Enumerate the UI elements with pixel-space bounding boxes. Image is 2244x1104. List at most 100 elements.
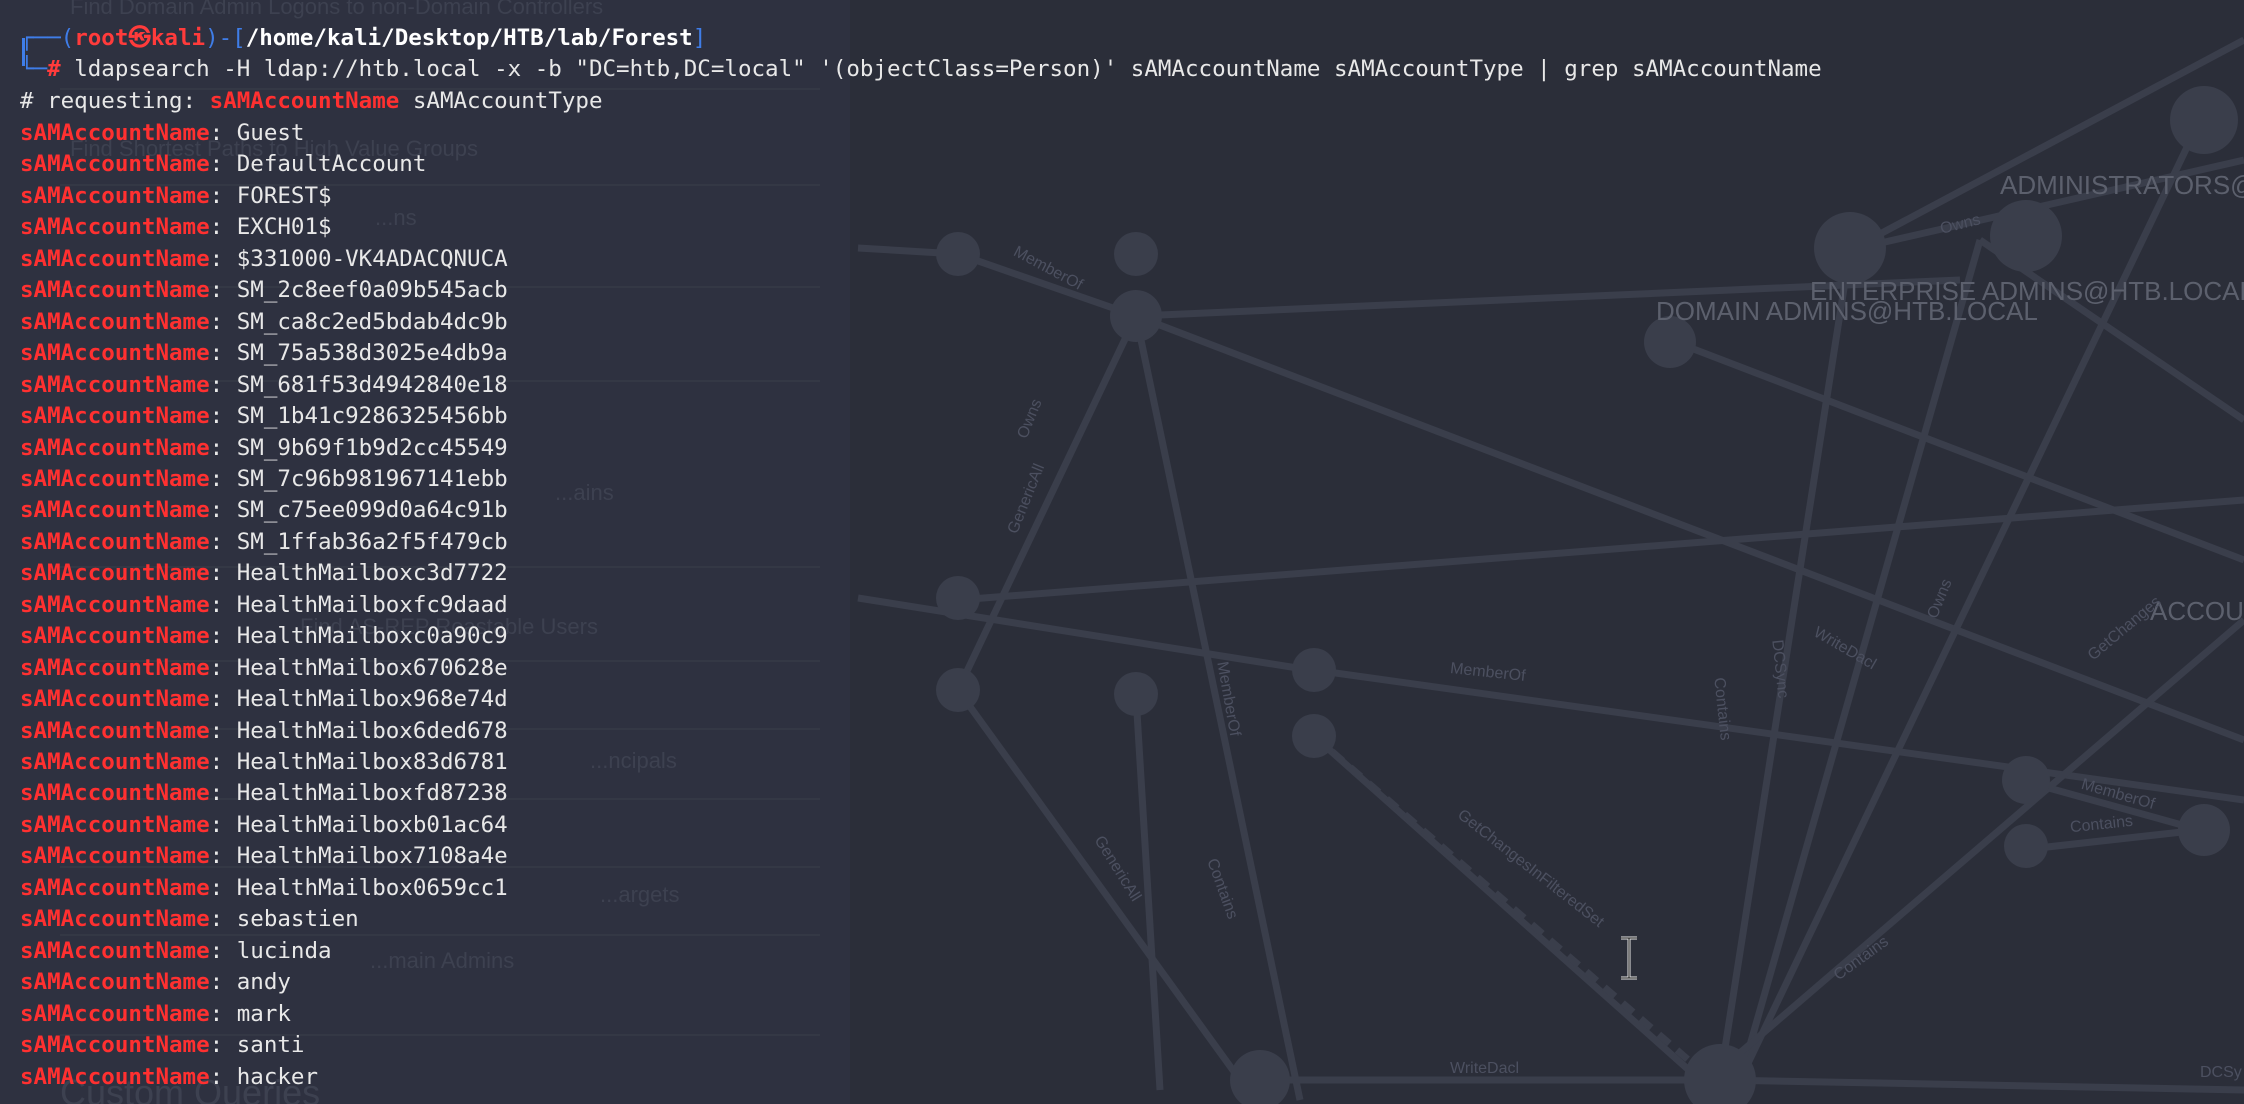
prompt-corner: └─ xyxy=(20,56,48,82)
attribute-key: sAMAccountName xyxy=(20,214,210,241)
output-line: sAMAccountName: SM_75a538d3025e4db9a xyxy=(20,338,508,370)
attribute-colon: : xyxy=(209,528,224,555)
text-cursor-icon xyxy=(1621,936,1637,980)
output-line: sAMAccountName: SM_1b41c9286325456bb xyxy=(20,401,508,433)
attribute-key: sAMAccountName xyxy=(20,749,210,775)
output-line: sAMAccountName: HealthMailbox968e74d xyxy=(20,684,508,716)
output-line: sAMAccountName: hacker xyxy=(20,1062,318,1094)
command-text: ldapsearch -H ldap://htb.local -x -b "DC… xyxy=(74,56,1822,82)
account-name: EXCH01$ xyxy=(236,214,332,241)
account-name: SM_9b69f1b9d2cc45549 xyxy=(236,434,508,461)
requesting-key: sAMAccountName xyxy=(209,88,400,114)
output-line: sAMAccountName: HealthMailbox83d6781 xyxy=(20,747,508,779)
output-line: sAMAccountName: mark xyxy=(20,999,291,1031)
attribute-colon: : xyxy=(209,937,224,964)
output-line: sAMAccountName: HealthMailboxb01ac64 xyxy=(20,810,508,842)
attribute-key: sAMAccountName xyxy=(20,560,210,587)
account-name: SM_2c8eef0a09b545acb xyxy=(236,277,508,304)
attribute-colon: : xyxy=(209,906,224,933)
account-name: sebastien xyxy=(236,906,359,933)
attribute-colon: : xyxy=(209,120,224,146)
attribute-key: sAMAccountName xyxy=(20,308,210,335)
account-name: HealthMailbox0659cc1 xyxy=(236,874,508,901)
output-line: sAMAccountName: Guest xyxy=(20,118,304,150)
attribute-key: sAMAccountName xyxy=(20,686,210,713)
output-line: sAMAccountName: FOREST$ xyxy=(20,181,332,213)
account-name: HealthMailbox968e74d xyxy=(236,686,508,713)
prompt-sep: )-[ xyxy=(205,25,246,51)
requesting-rest: sAMAccountType xyxy=(399,88,603,114)
requesting-line: # requesting: sAMAccountName sAMAccountT… xyxy=(20,86,603,118)
output-line: sAMAccountName: DefaultAccount xyxy=(20,149,426,181)
attribute-key: sAMAccountName xyxy=(20,623,210,650)
account-name: HealthMailbox670628e xyxy=(236,654,508,681)
attribute-key: sAMAccountName xyxy=(20,780,210,807)
attribute-colon: : xyxy=(209,686,224,713)
prompt-user: root㉿kali xyxy=(74,25,206,51)
command-line[interactable]: └─# ldapsearch -H ldap://htb.local -x -b… xyxy=(20,54,1822,86)
attribute-colon: : xyxy=(209,277,224,304)
attribute-key: sAMAccountName xyxy=(20,1063,210,1090)
attribute-key: sAMAccountName xyxy=(20,1000,210,1027)
attribute-key: sAMAccountName xyxy=(20,403,210,430)
output-line: sAMAccountName: sebastien xyxy=(20,904,359,936)
terminal-window[interactable]: ┌──(root㉿kali)-[/home/kali/Desktop/HTB/l… xyxy=(0,0,2244,1104)
attribute-colon: : xyxy=(209,843,224,870)
attribute-key: sAMAccountName xyxy=(20,969,210,996)
attribute-key: sAMAccountName xyxy=(20,1032,210,1059)
output-line: sAMAccountName: HealthMailbox670628e xyxy=(20,653,508,685)
account-name: santi xyxy=(236,1032,305,1059)
output-line: sAMAccountName: $331000-VK4ADACQNUCA xyxy=(20,244,508,276)
attribute-colon: : xyxy=(209,1000,224,1027)
attribute-colon: : xyxy=(209,654,224,681)
attribute-colon: : xyxy=(209,623,224,650)
output-line: sAMAccountName: lucinda xyxy=(20,936,332,968)
attribute-colon: : xyxy=(209,749,224,775)
account-name: HealthMailbox6ded678 xyxy=(236,717,508,744)
account-name: HealthMailboxfd87238 xyxy=(236,780,508,807)
attribute-key: sAMAccountName xyxy=(20,717,210,744)
attribute-colon: : xyxy=(209,340,224,367)
attribute-key: sAMAccountName xyxy=(20,811,210,838)
attribute-colon: : xyxy=(209,434,224,461)
account-name: SM_ca8c2ed5bdab4dc9b xyxy=(236,308,508,335)
output-line: sAMAccountName: SM_c75ee099d0a64c91b xyxy=(20,495,508,527)
attribute-key: sAMAccountName xyxy=(20,937,210,964)
account-name: andy xyxy=(236,969,291,996)
account-name: SM_7c96b981967141ebb xyxy=(236,465,508,492)
attribute-colon: : xyxy=(209,780,224,807)
account-name: HealthMailbox83d6781 xyxy=(236,749,508,775)
output-line: sAMAccountName: HealthMailbox7108a4e xyxy=(20,841,508,873)
output-line: sAMAccountName: HealthMailboxfc9daad xyxy=(20,590,508,622)
prompt-line: ┌──(root㉿kali)-[/home/kali/Desktop/HTB/l… xyxy=(20,23,706,55)
attribute-colon: : xyxy=(209,1063,224,1090)
output-line: sAMAccountName: HealthMailbox0659cc1 xyxy=(20,873,508,905)
attribute-colon: : xyxy=(209,969,224,996)
attribute-colon: : xyxy=(209,560,224,587)
attribute-colon: : xyxy=(209,214,224,241)
attribute-colon: : xyxy=(209,465,224,492)
attribute-colon: : xyxy=(209,497,224,524)
attribute-colon: : xyxy=(209,151,224,178)
attribute-key: sAMAccountName xyxy=(20,277,210,304)
prompt-close: ] xyxy=(692,25,707,51)
attribute-colon: : xyxy=(209,1032,224,1059)
attribute-key: sAMAccountName xyxy=(20,874,210,901)
account-name: $331000-VK4ADACQNUCA xyxy=(236,245,508,272)
output-line: sAMAccountName: santi xyxy=(20,1030,304,1062)
output-line: sAMAccountName: SM_681f53d4942840e18 xyxy=(20,370,508,402)
attribute-colon: : xyxy=(209,874,224,901)
attribute-key: sAMAccountName xyxy=(20,182,210,209)
output-line: sAMAccountName: SM_2c8eef0a09b545acb xyxy=(20,275,508,307)
attribute-key: sAMAccountName xyxy=(20,340,210,367)
output-line: sAMAccountName: HealthMailboxfd87238 xyxy=(20,778,508,810)
output-line: sAMAccountName: EXCH01$ xyxy=(20,212,332,244)
attribute-key: sAMAccountName xyxy=(20,245,210,272)
account-name: FOREST$ xyxy=(236,182,332,209)
account-name: HealthMailboxb01ac64 xyxy=(236,811,508,838)
screen: Find Domain Admin Logons to non-Domain C… xyxy=(0,0,2244,1104)
attribute-colon: : xyxy=(209,811,224,838)
account-name: SM_1ffab36a2f5f479cb xyxy=(236,528,508,555)
account-name: SM_1b41c9286325456bb xyxy=(236,403,508,430)
account-name: DefaultAccount xyxy=(236,151,427,178)
